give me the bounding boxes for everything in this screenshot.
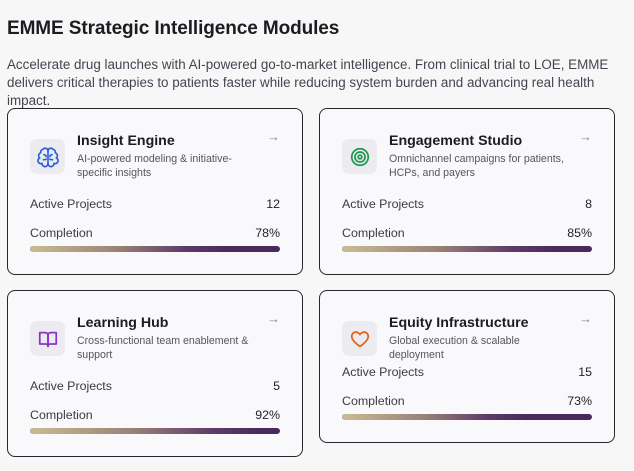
completion-progress-fill	[30, 246, 225, 252]
completion-progress-fill	[342, 414, 525, 420]
module-card-learning-hub[interactable]: Learning Hub Cross-functional team enabl…	[7, 290, 303, 457]
module-subtitle: Omnichannel campaigns for patients, HCPs…	[389, 153, 564, 179]
completion-value: 78%	[255, 226, 280, 240]
completion-value: 92%	[255, 408, 280, 422]
active-projects-value: 15	[578, 365, 592, 379]
completion-progress-fill	[342, 246, 555, 252]
arrow-right-icon[interactable]: →	[579, 311, 592, 326]
page-description: Accelerate drug launches with AI-powered…	[7, 57, 609, 108]
arrow-right-icon[interactable]: →	[267, 129, 280, 144]
brain-icon	[30, 139, 65, 174]
arrow-right-icon[interactable]: →	[579, 129, 592, 144]
active-projects-label: Active Projects	[30, 379, 112, 393]
module-title: Insight Engine	[77, 133, 175, 149]
active-projects-value: 5	[273, 379, 280, 393]
completion-value: 85%	[567, 226, 592, 240]
module-subtitle: AI-powered modeling & initiative-specifi…	[77, 153, 232, 179]
active-projects-value: 12	[266, 197, 280, 211]
completion-label: Completion	[30, 226, 93, 240]
completion-progress-bar	[342, 246, 592, 252]
page-title: EMME Strategic Intelligence Modules	[7, 18, 340, 39]
module-subtitle: Cross-functional team enablement & suppo…	[77, 335, 249, 361]
active-projects-label: Active Projects	[342, 197, 424, 211]
active-projects-value: 8	[585, 197, 592, 211]
completion-progress-fill	[30, 428, 260, 434]
module-subtitle: Global execution & scalable deployment	[389, 335, 520, 361]
completion-progress-bar	[30, 246, 280, 252]
completion-label: Completion	[342, 394, 405, 408]
module-card-engagement-studio[interactable]: Engagement Studio Omnichannel campaigns …	[319, 108, 615, 275]
completion-value: 73%	[567, 394, 592, 408]
active-projects-label: Active Projects	[30, 197, 112, 211]
active-projects-label: Active Projects	[342, 365, 424, 379]
book-icon	[30, 321, 65, 356]
module-title: Engagement Studio	[389, 133, 523, 149]
completion-progress-bar	[30, 428, 280, 434]
module-card-insight-engine[interactable]: Insight Engine AI-powered modeling & ini…	[7, 108, 303, 275]
module-card-equity-infrastructure[interactable]: Equity Infrastructure Global execution &…	[319, 290, 615, 443]
arrow-right-icon[interactable]: →	[267, 311, 280, 326]
module-title: Equity Infrastructure	[389, 315, 529, 331]
completion-progress-bar	[342, 414, 592, 420]
target-icon	[342, 139, 377, 174]
completion-label: Completion	[342, 226, 405, 240]
heart-icon	[342, 321, 377, 356]
module-title: Learning Hub	[77, 315, 169, 331]
completion-label: Completion	[30, 408, 93, 422]
